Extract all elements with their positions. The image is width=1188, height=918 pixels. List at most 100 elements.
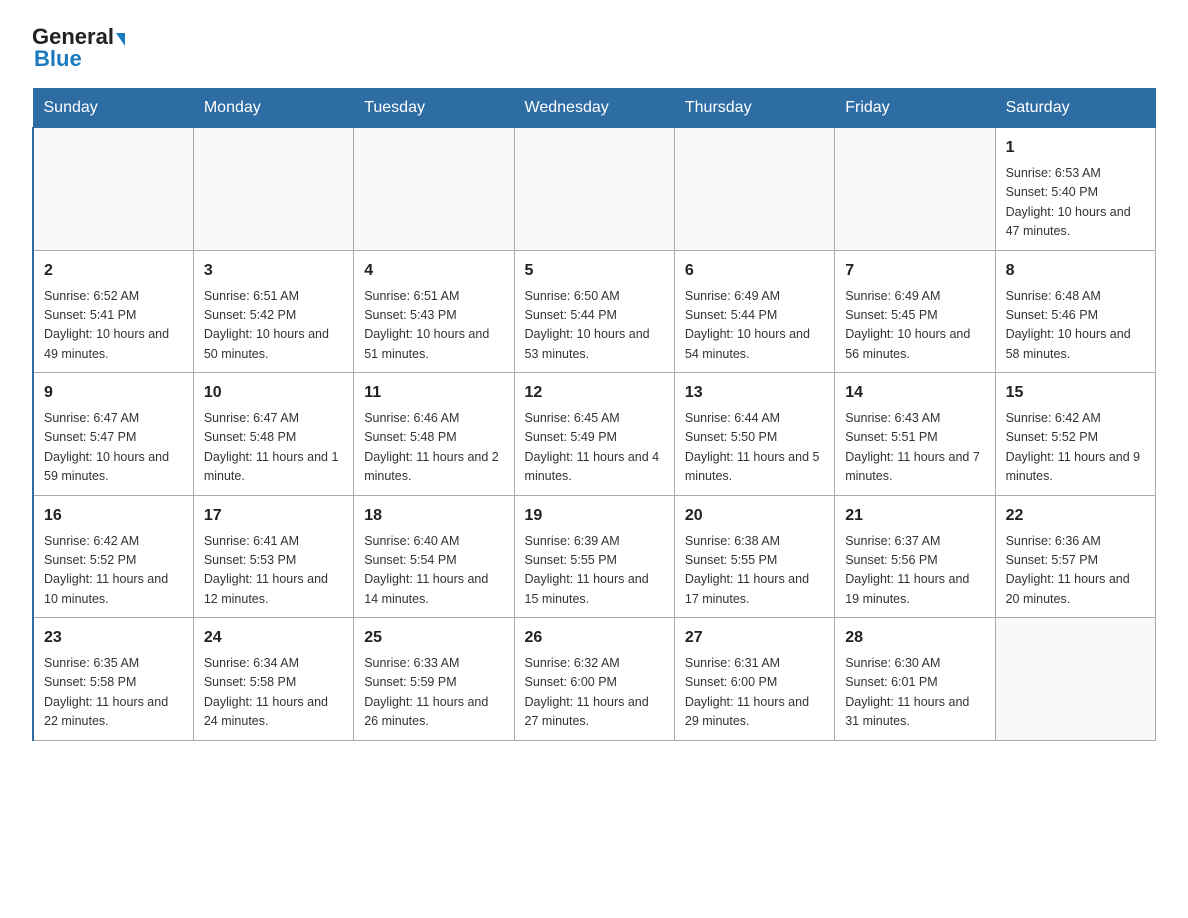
calendar-cell [193,128,353,251]
calendar-cell [995,618,1155,741]
day-number: 9 [44,381,183,405]
day-info: Sunrise: 6:53 AMSunset: 5:40 PMDaylight:… [1006,164,1145,242]
calendar-cell: 14Sunrise: 6:43 AMSunset: 5:51 PMDayligh… [835,373,995,496]
calendar-cell: 6 Sunrise: 6:49 AMSunset: 5:44 PMDaylight… [674,250,834,373]
calendar-body: 1 Sunrise: 6:53 AMSunset: 5:40 PMDaylight… [33,128,1156,741]
day-number: 8 [1006,259,1145,283]
day-header-monday: Monday [193,89,353,128]
day-number: 2 [44,259,183,283]
day-number: 3 [204,259,343,283]
week-row-4: 16 Sunrise: 6:42 AMSunset: 5:52 PMDayligh… [33,495,1156,618]
calendar-cell: 8 Sunrise: 6:48 AMSunset: 5:46 PMDaylight… [995,250,1155,373]
week-row-5: 23 Sunrise: 6:35 AMSunset: 5:58 PMDayligh… [33,618,1156,741]
week-row-2: 2 Sunrise: 6:52 AMSunset: 5:41 PMDaylight… [33,250,1156,373]
calendar-cell [354,128,514,251]
day-number: 4 [364,259,503,283]
calendar-cell: 25 Sunrise: 6:33 AMSunset: 5:59 PMDayligh… [354,618,514,741]
day-info: Sunrise: 6:37 AMSunset: 5:56 PMDaylight:… [845,532,984,610]
calendar-cell: 11 Sunrise: 6:46 AMSunset: 5:48 PMDayligh… [354,373,514,496]
day-info: Sunrise: 6:48 AMSunset: 5:46 PMDaylight:… [1006,287,1145,365]
calendar-cell: 13 Sunrise: 6:44 AMSunset: 5:50 PMDayligh… [674,373,834,496]
week-row-3: 9 Sunrise: 6:47 AMSunset: 5:47 PMDaylight… [33,373,1156,496]
calendar-cell [33,128,193,251]
day-number: 16 [44,504,183,528]
day-header-wednesday: Wednesday [514,89,674,128]
day-info: Sunrise: 6:49 AMSunset: 5:44 PMDaylight:… [685,287,824,365]
day-number: 25 [364,626,503,650]
day-info: Sunrise: 6:39 AMSunset: 5:55 PMDaylight:… [525,532,664,610]
day-number: 15 [1006,381,1145,405]
day-number: 27 [685,626,824,650]
day-header-sunday: Sunday [33,89,193,128]
day-info: Sunrise: 6:42 AMSunset: 5:52 PMDaylight:… [44,532,183,610]
day-number: 20 [685,504,824,528]
day-number: 26 [525,626,664,650]
day-number: 21 [845,504,984,528]
day-info: Sunrise: 6:45 AMSunset: 5:49 PMDaylight:… [525,409,664,487]
day-number: 19 [525,504,664,528]
day-info: Sunrise: 6:42 AMSunset: 5:52 PMDaylight:… [1006,409,1145,487]
calendar-cell: 22Sunrise: 6:36 AMSunset: 5:57 PMDayligh… [995,495,1155,618]
calendar-cell: 17 Sunrise: 6:41 AMSunset: 5:53 PMDayligh… [193,495,353,618]
calendar-cell: 27 Sunrise: 6:31 AMSunset: 6:00 PMDayligh… [674,618,834,741]
day-info: Sunrise: 6:41 AMSunset: 5:53 PMDaylight:… [204,532,343,610]
calendar-cell: 18 Sunrise: 6:40 AMSunset: 5:54 PMDayligh… [354,495,514,618]
day-info: Sunrise: 6:49 AMSunset: 5:45 PMDaylight:… [845,287,984,365]
day-number: 23 [44,626,183,650]
day-info: Sunrise: 6:33 AMSunset: 5:59 PMDaylight:… [364,654,503,732]
day-header-friday: Friday [835,89,995,128]
calendar-cell: 12 Sunrise: 6:45 AMSunset: 5:49 PMDayligh… [514,373,674,496]
calendar-cell: 28 Sunrise: 6:30 AMSunset: 6:01 PMDayligh… [835,618,995,741]
days-of-week-row: SundayMondayTuesdayWednesdayThursdayFrid… [33,89,1156,128]
calendar-header: SundayMondayTuesdayWednesdayThursdayFrid… [33,89,1156,128]
day-number: 11 [364,381,503,405]
calendar-cell: 15 Sunrise: 6:42 AMSunset: 5:52 PMDayligh… [995,373,1155,496]
calendar-cell: 23 Sunrise: 6:35 AMSunset: 5:58 PMDayligh… [33,618,193,741]
day-number: 22 [1006,504,1145,528]
day-info: Sunrise: 6:50 AMSunset: 5:44 PMDaylight:… [525,287,664,365]
day-info: Sunrise: 6:30 AMSunset: 6:01 PMDaylight:… [845,654,984,732]
day-info: Sunrise: 6:35 AMSunset: 5:58 PMDaylight:… [44,654,183,732]
day-number: 1 [1006,136,1145,160]
day-info: Sunrise: 6:52 AMSunset: 5:41 PMDaylight:… [44,287,183,365]
day-header-thursday: Thursday [674,89,834,128]
day-header-saturday: Saturday [995,89,1155,128]
day-number: 18 [364,504,503,528]
calendar-cell: 9 Sunrise: 6:47 AMSunset: 5:47 PMDaylight… [33,373,193,496]
day-info: Sunrise: 6:47 AMSunset: 5:48 PMDaylight:… [204,409,343,487]
page-header: General Blue [32,24,1156,72]
calendar-cell: 16 Sunrise: 6:42 AMSunset: 5:52 PMDayligh… [33,495,193,618]
calendar-cell: 21 Sunrise: 6:37 AMSunset: 5:56 PMDayligh… [835,495,995,618]
calendar-cell: 2 Sunrise: 6:52 AMSunset: 5:41 PMDaylight… [33,250,193,373]
calendar-cell: 20Sunrise: 6:38 AMSunset: 5:55 PMDayligh… [674,495,834,618]
day-info: Sunrise: 6:44 AMSunset: 5:50 PMDaylight:… [685,409,824,487]
day-number: 13 [685,381,824,405]
day-number: 10 [204,381,343,405]
day-info: Sunrise: 6:40 AMSunset: 5:54 PMDaylight:… [364,532,503,610]
calendar-cell: 7 Sunrise: 6:49 AMSunset: 5:45 PMDaylight… [835,250,995,373]
logo-triangle-icon [116,33,125,46]
day-number: 17 [204,504,343,528]
day-info: Sunrise: 6:32 AMSunset: 6:00 PMDaylight:… [525,654,664,732]
day-info: Sunrise: 6:47 AMSunset: 5:47 PMDaylight:… [44,409,183,487]
calendar-cell: 19 Sunrise: 6:39 AMSunset: 5:55 PMDayligh… [514,495,674,618]
calendar-cell: 5Sunrise: 6:50 AMSunset: 5:44 PMDaylight… [514,250,674,373]
logo-blue-text: Blue [34,46,82,72]
day-number: 6 [685,259,824,283]
day-info: Sunrise: 6:46 AMSunset: 5:48 PMDaylight:… [364,409,503,487]
calendar-cell: 4Sunrise: 6:51 AMSunset: 5:43 PMDaylight… [354,250,514,373]
day-header-tuesday: Tuesday [354,89,514,128]
day-number: 24 [204,626,343,650]
calendar-cell: 10 Sunrise: 6:47 AMSunset: 5:48 PMDayligh… [193,373,353,496]
calendar-cell [514,128,674,251]
calendar-cell: 24Sunrise: 6:34 AMSunset: 5:58 PMDayligh… [193,618,353,741]
day-number: 14 [845,381,984,405]
day-info: Sunrise: 6:51 AMSunset: 5:42 PMDaylight:… [204,287,343,365]
day-number: 7 [845,259,984,283]
calendar-cell [835,128,995,251]
week-row-1: 1 Sunrise: 6:53 AMSunset: 5:40 PMDaylight… [33,128,1156,251]
calendar-cell: 1 Sunrise: 6:53 AMSunset: 5:40 PMDaylight… [995,128,1155,251]
day-number: 12 [525,381,664,405]
day-info: Sunrise: 6:31 AMSunset: 6:00 PMDaylight:… [685,654,824,732]
day-number: 28 [845,626,984,650]
